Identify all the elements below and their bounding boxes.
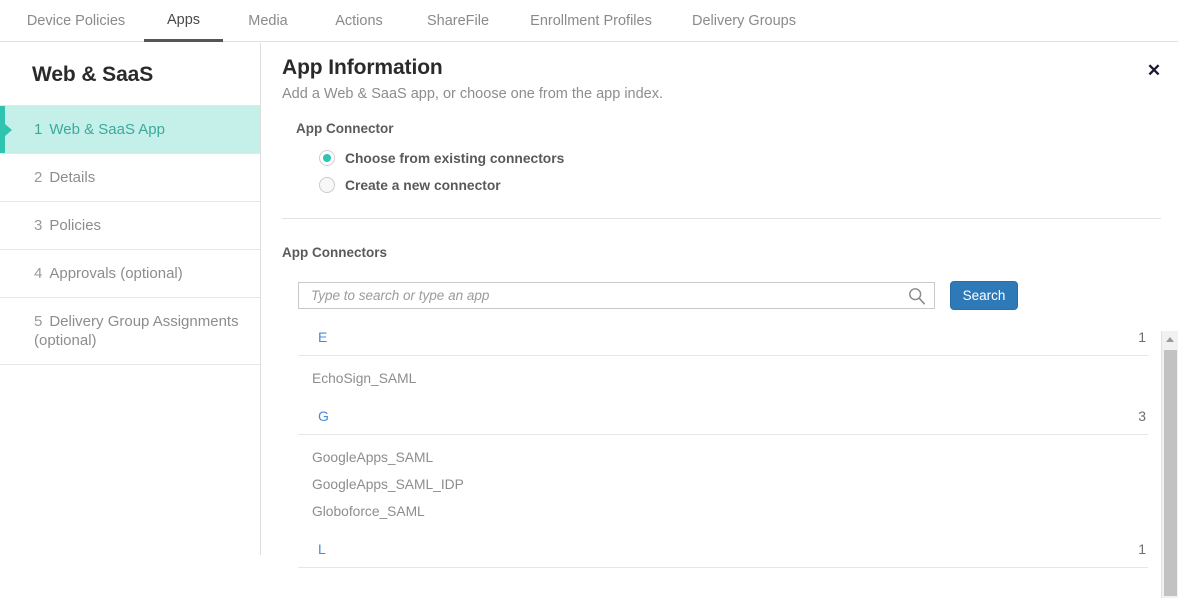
group-spacer [262, 356, 1178, 365]
tab-actions[interactable]: Actions [313, 0, 405, 42]
letter-group-letter: E [318, 329, 327, 345]
group-spacer [262, 392, 1178, 401]
step-label: Approvals (optional) [49, 265, 182, 282]
top-tab-bar: Device PoliciesAppsMediaActionsShareFile… [0, 0, 1178, 42]
sidebar-step-2[interactable]: 2 Details [0, 153, 260, 201]
page-title: App Information [282, 56, 443, 80]
radio-choose-existing-connector[interactable]: Choose from existing connectors [319, 150, 564, 166]
wizard-sidebar: Web & SaaS 1 Web & SaaS App 2 Details 3 Polic… [0, 43, 261, 555]
tab-enrollment-profiles[interactable]: Enrollment Profiles [511, 0, 671, 42]
list-scrollbar[interactable] [1161, 331, 1178, 598]
app-connector-label: App Connector [296, 121, 394, 136]
app-information-panel: ✕ App Information Add a Web & SaaS app, … [262, 43, 1178, 555]
step-number: 3 [34, 217, 42, 234]
letter-group-letter: G [318, 408, 329, 424]
letter-group-count: 1 [1138, 329, 1146, 345]
group-spacer [262, 435, 1178, 444]
step-label: Web & SaaS App [49, 121, 165, 138]
page-subtitle: Add a Web & SaaS app, or choose one from… [282, 86, 663, 102]
scroll-up-arrow-icon[interactable] [1162, 331, 1178, 348]
list-item[interactable]: EchoSign_SAML [262, 365, 1178, 392]
tab-sharefile[interactable]: ShareFile [413, 0, 503, 42]
letter-group-header: L1 [298, 534, 1148, 568]
app-connector-list: E1EchoSign_SAMLG3GoogleApps_SAMLGoogleAp… [262, 322, 1178, 568]
tab-device-policies[interactable]: Device Policies [16, 0, 136, 42]
sidebar-step-1[interactable]: 1 Web & SaaS App [0, 105, 260, 153]
radio-icon-selected [319, 150, 335, 166]
radio-label: Create a new connector [345, 178, 501, 193]
list-item[interactable]: GoogleApps_SAML [262, 444, 1178, 471]
radio-create-new-connector[interactable]: Create a new connector [319, 177, 501, 193]
search-field-wrapper[interactable] [298, 282, 935, 309]
step-number: 5 [34, 313, 42, 330]
group-spacer [262, 525, 1178, 534]
letter-group-header: G3 [298, 401, 1148, 435]
step-label: Delivery Group Assignments (optional) [34, 313, 239, 349]
letter-group-header: E1 [298, 322, 1148, 356]
step-number: 4 [34, 265, 42, 282]
letter-group-count: 3 [1138, 408, 1146, 424]
step-number: 2 [34, 169, 42, 186]
scrollbar-thumb[interactable] [1164, 350, 1177, 596]
search-input[interactable] [299, 283, 934, 308]
wizard-step-list: 1 Web & SaaS App 2 Details 3 Policies 4 Approva… [0, 105, 260, 365]
section-divider [282, 218, 1161, 219]
sidebar-step-3[interactable]: 3 Policies [0, 201, 260, 249]
list-item[interactable]: Globoforce_SAML [262, 498, 1178, 525]
app-connectors-label: App Connectors [282, 245, 387, 260]
sidebar-title: Web & SaaS [32, 63, 153, 87]
step-number: 1 [34, 121, 42, 138]
step-label: Details [49, 169, 95, 186]
sidebar-step-5[interactable]: 5Delivery Group Assignments (optional) [0, 297, 260, 365]
tab-media[interactable]: Media [231, 0, 305, 42]
close-icon[interactable]: ✕ [1143, 59, 1165, 81]
search-button[interactable]: Search [950, 281, 1018, 310]
radio-label: Choose from existing connectors [345, 151, 564, 166]
radio-icon-unselected [319, 177, 335, 193]
sidebar-step-4[interactable]: 4 Approvals (optional) [0, 249, 260, 297]
step-label: Policies [49, 217, 101, 234]
tab-apps[interactable]: Apps [144, 0, 223, 42]
tab-delivery-groups[interactable]: Delivery Groups [679, 0, 809, 42]
list-item[interactable]: GoogleApps_SAML_IDP [262, 471, 1178, 498]
